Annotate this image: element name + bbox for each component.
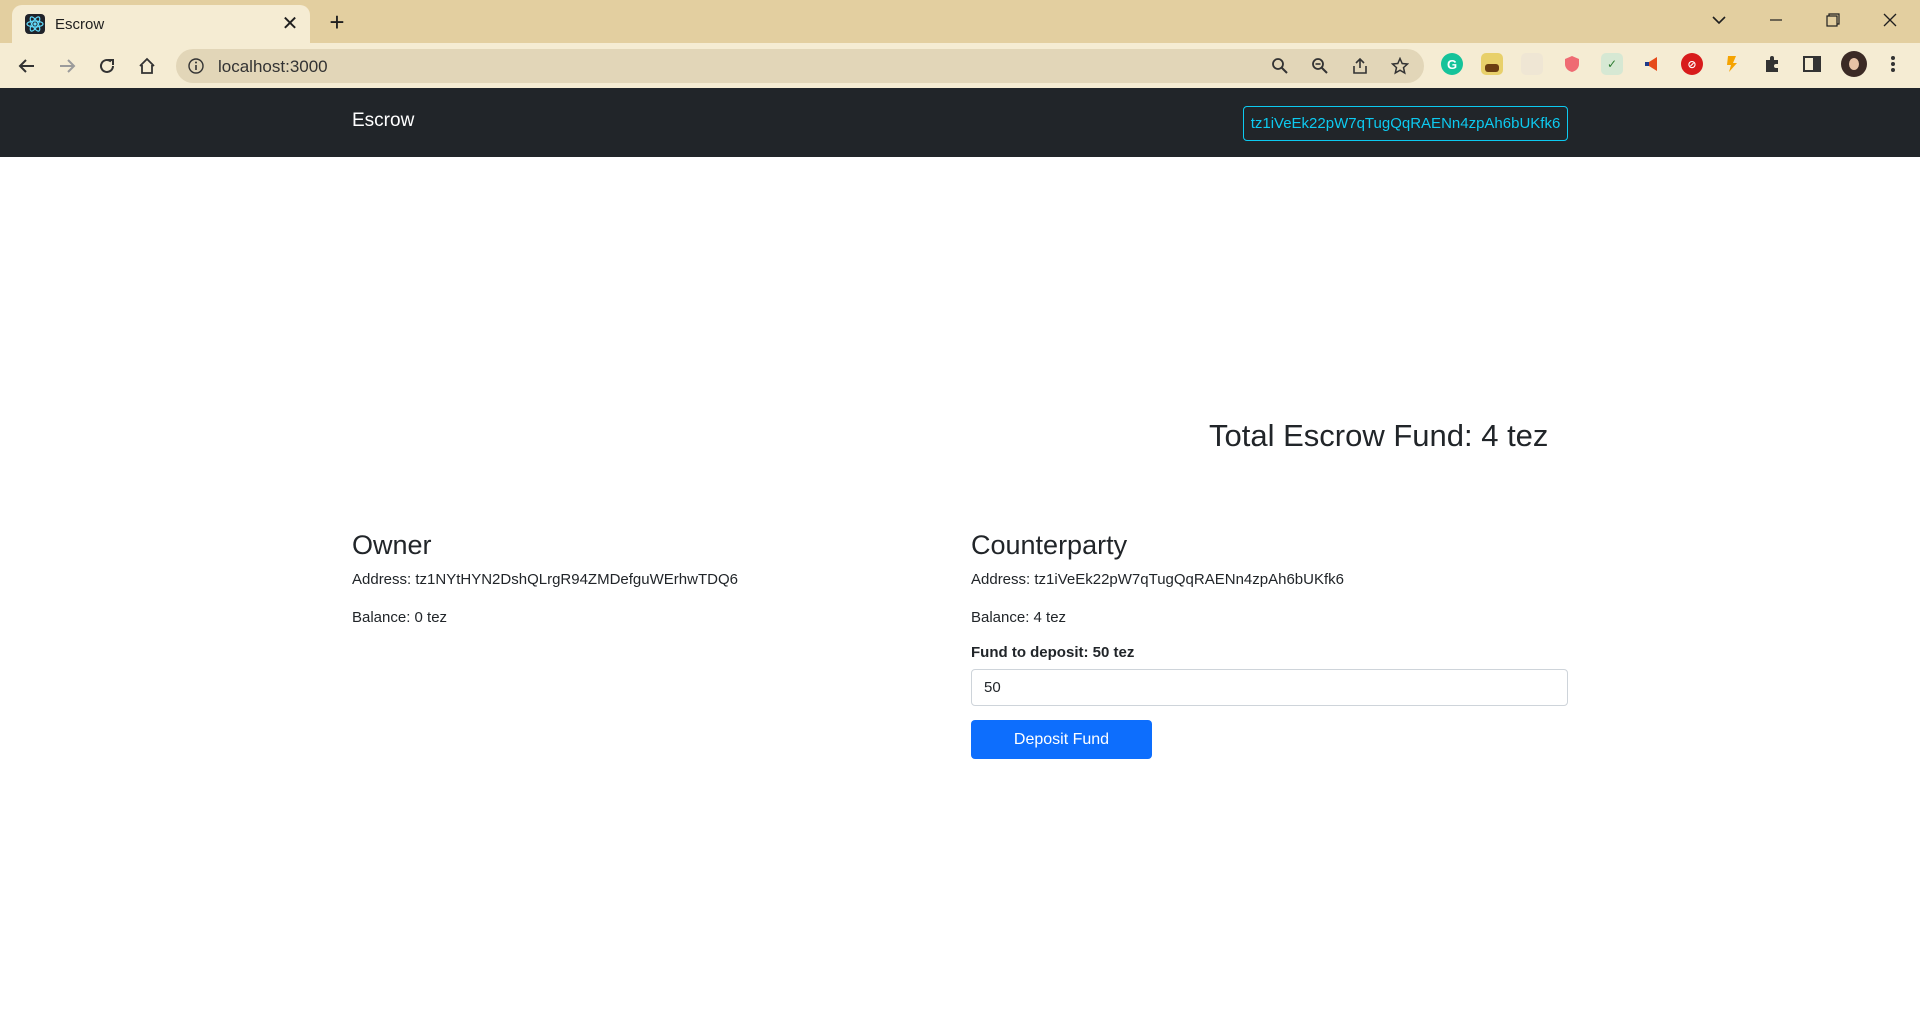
back-icon[interactable] <box>12 51 42 81</box>
tab-search-chevron-icon[interactable] <box>1704 8 1734 32</box>
side-panel-icon[interactable] <box>1801 53 1823 75</box>
zoom-out-icon[interactable] <box>1310 56 1330 76</box>
search-icon[interactable] <box>1270 56 1290 76</box>
new-tab-icon[interactable]: + <box>322 8 352 38</box>
shield-extension-icon[interactable] <box>1561 53 1583 75</box>
address-bar[interactable]: localhost:3000 <box>176 49 1424 83</box>
deposit-fund-button[interactable]: Deposit Fund <box>971 720 1152 759</box>
url-text: localhost:3000 <box>218 57 328 76</box>
fund-deposit-input[interactable] <box>971 669 1568 706</box>
reload-icon[interactable] <box>92 51 122 81</box>
forward-icon[interactable] <box>52 51 82 81</box>
share-icon[interactable] <box>1350 56 1370 76</box>
total-escrow-fund: Total Escrow Fund: 4 tez <box>1209 418 1549 453</box>
wallet-address-button[interactable]: tz1iVeEk22pW7qTugQqRAENn4zpAh6bUKfk6 <box>1243 106 1568 141</box>
tab-title: Escrow <box>55 16 105 33</box>
owner-title: Owner <box>352 530 432 560</box>
restore-icon[interactable] <box>1818 8 1848 32</box>
close-tab-icon[interactable]: ✕ <box>278 12 302 36</box>
extension-icon[interactable]: ✓ <box>1601 53 1623 75</box>
counterparty-title: Counterparty <box>971 530 1128 560</box>
minimize-icon[interactable] <box>1761 8 1791 32</box>
site-info-icon[interactable] <box>188 58 204 79</box>
bookmark-star-icon[interactable] <box>1390 56 1410 76</box>
home-icon[interactable] <box>132 51 162 81</box>
extension-icon[interactable] <box>1481 53 1503 75</box>
extensions-puzzle-icon[interactable] <box>1761 53 1783 75</box>
owner-address: Address: tz1NYtHYN2DshQLrgR94ZMDefguWErh… <box>352 571 738 588</box>
navbar-brand[interactable]: Escrow <box>352 110 414 132</box>
profile-avatar[interactable] <box>1841 51 1867 77</box>
more-menu-icon[interactable] <box>1882 53 1904 75</box>
fund-to-deposit-label: Fund to deposit: 50 tez <box>971 644 1135 661</box>
megaphone-extension-icon[interactable] <box>1641 53 1663 75</box>
extension-icon[interactable] <box>1721 53 1743 75</box>
counterparty-address: Address: tz1iVeEk22pW7qTugQqRAENn4zpAh6b… <box>971 571 1344 588</box>
browser-tabstrip: Escrow ✕ + <box>0 0 1920 43</box>
browser-tab[interactable]: Escrow ✕ <box>12 5 310 43</box>
app-navbar: Escrow tz1iVeEk22pW7qTugQqRAENn4zpAh6bUK… <box>0 88 1920 157</box>
grammarly-extension-icon[interactable]: G <box>1441 53 1463 75</box>
owner-balance: Balance: 0 tez <box>352 609 448 626</box>
browser-toolbar: localhost:3000 G ✓ ⊘ <box>0 43 1920 88</box>
extension-icon[interactable]: ⊘ <box>1681 53 1703 75</box>
extension-icon[interactable] <box>1521 53 1543 75</box>
react-favicon-icon <box>25 14 45 34</box>
counterparty-balance: Balance: 4 tez <box>971 609 1067 626</box>
close-window-icon[interactable] <box>1875 8 1905 32</box>
